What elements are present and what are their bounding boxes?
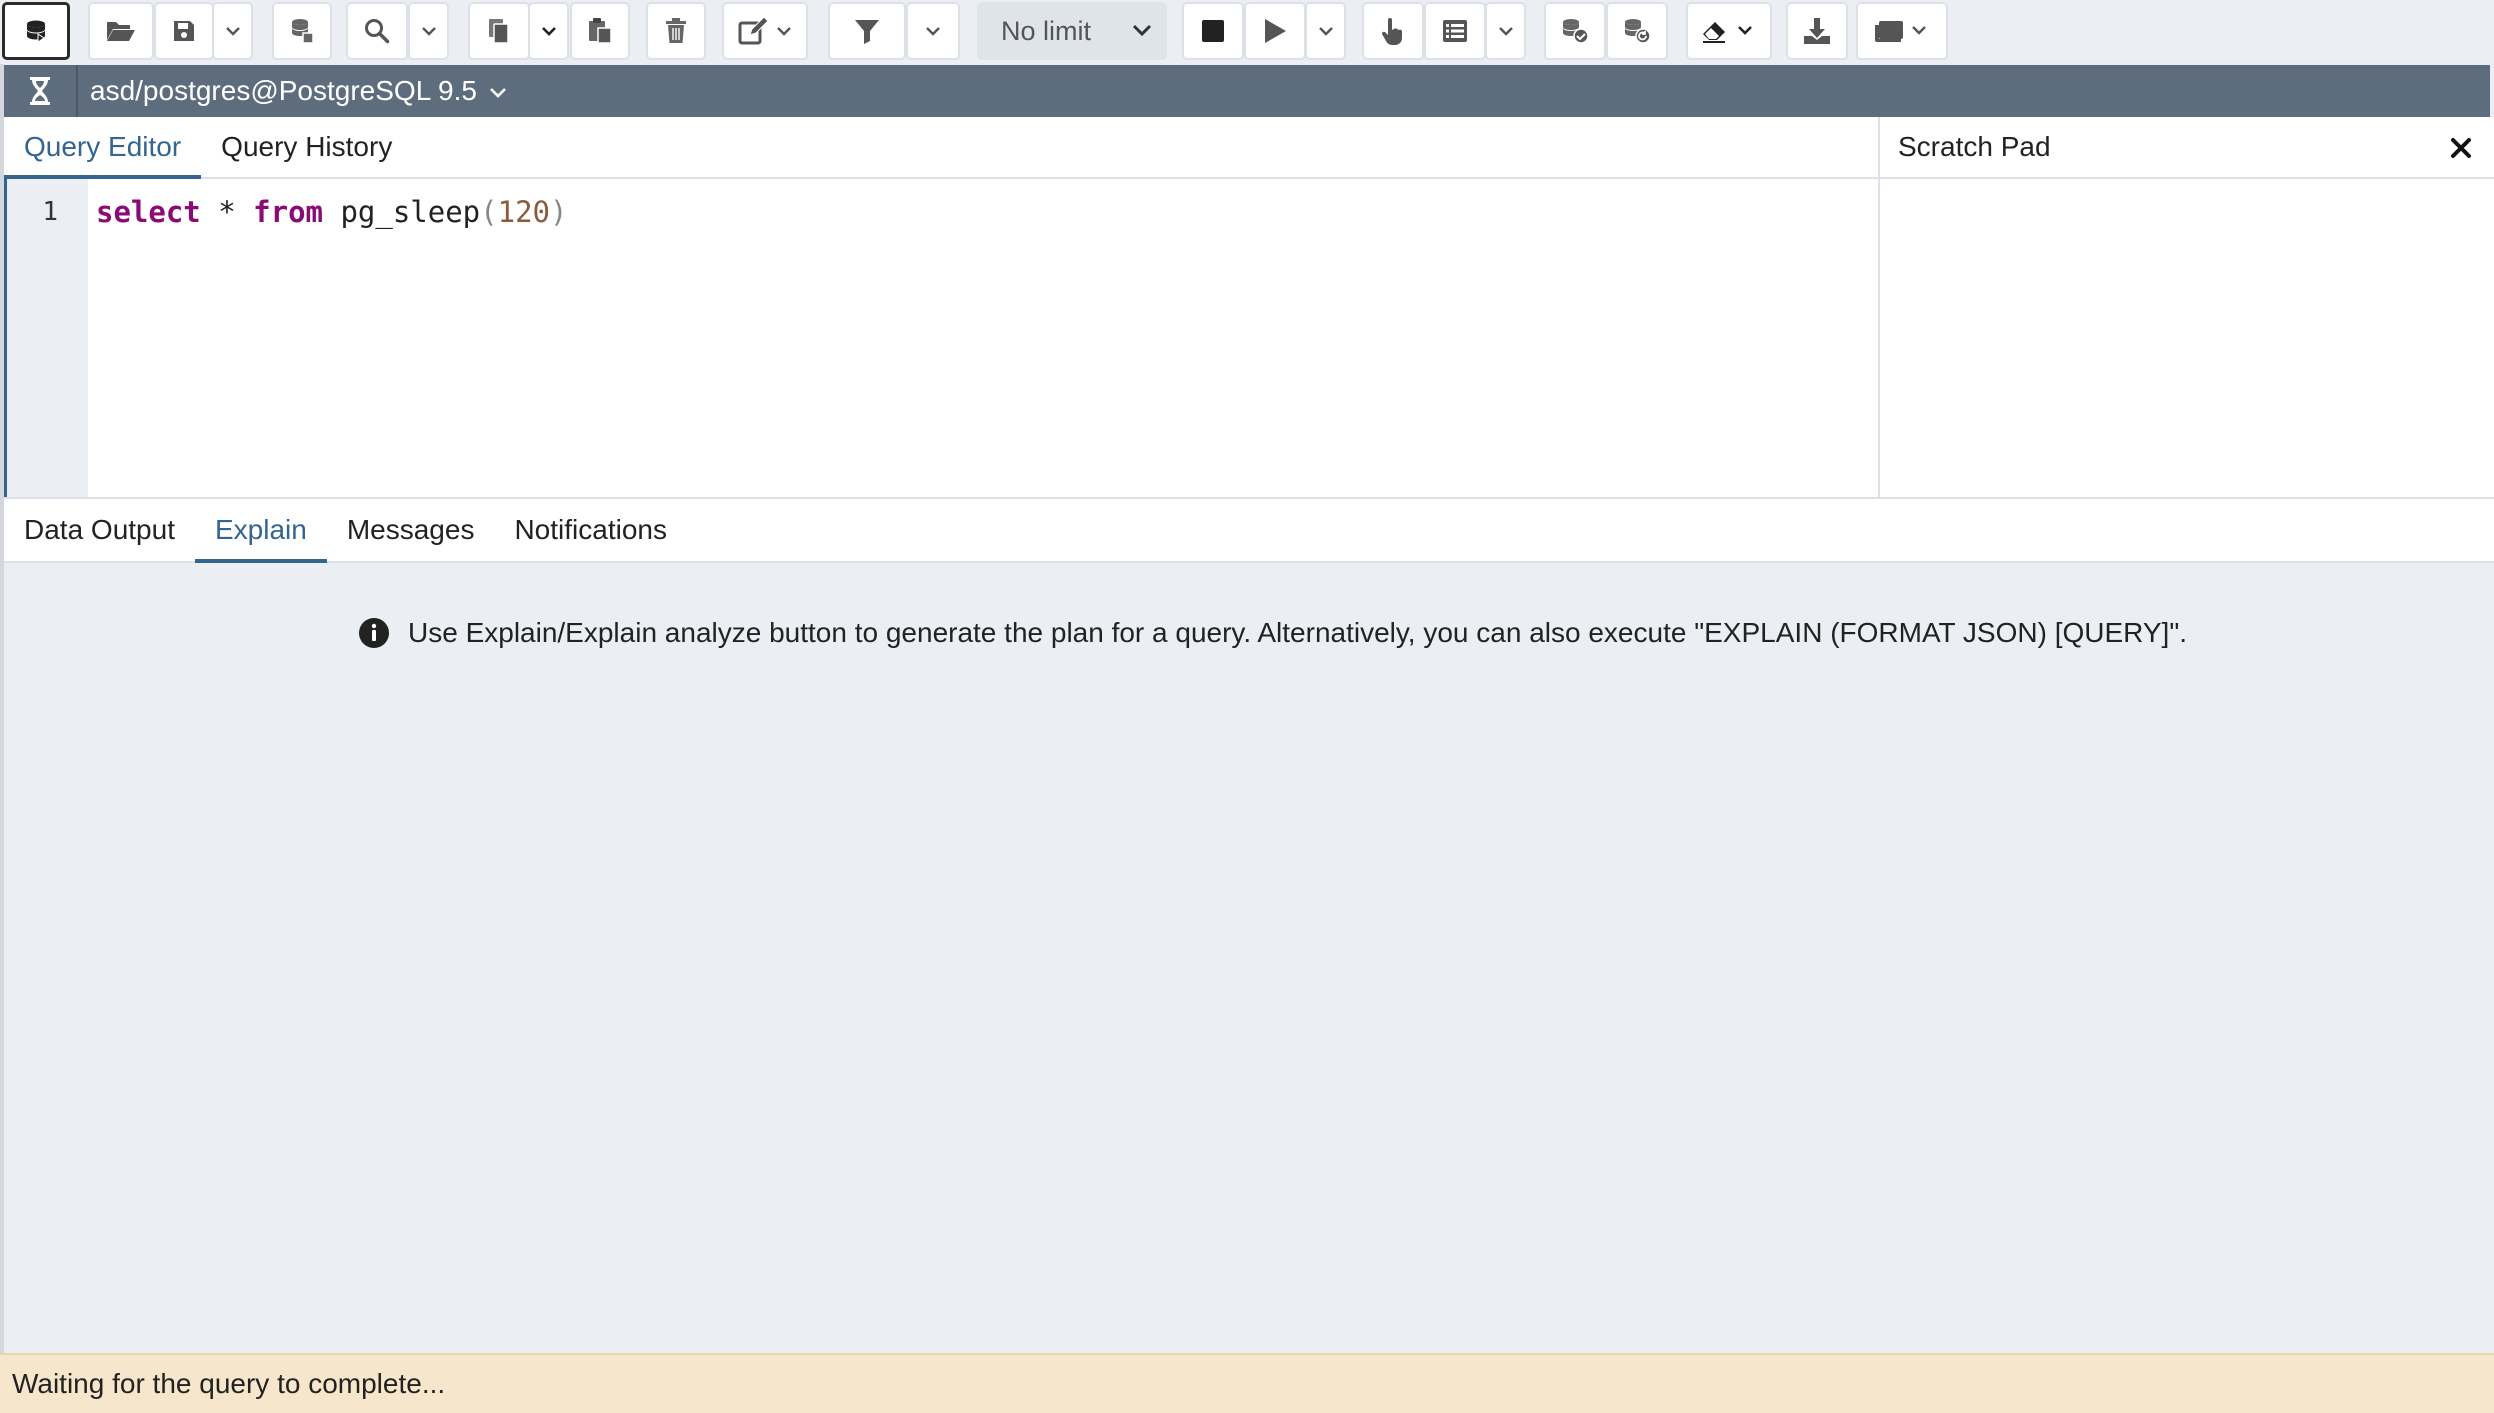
hourglass-icon: [30, 77, 50, 105]
edit-icon: [738, 17, 791, 45]
delete-button[interactable]: [646, 2, 706, 60]
save-data-icon: [292, 19, 314, 44]
execute-icon: [1265, 19, 1286, 43]
tab-query-editor[interactable]: Query Editor: [4, 117, 202, 179]
scratch-pad-title: Scratch Pad: [1898, 131, 2051, 162]
commit-icon: [1563, 19, 1589, 44]
macros-button[interactable]: [1856, 2, 1948, 60]
download-button[interactable]: [1786, 2, 1848, 60]
tab-notifications[interactable]: Notifications: [494, 499, 687, 561]
sql-operator: *: [200, 195, 254, 229]
scratch-pad-close-button[interactable]: [2446, 133, 2476, 163]
explain-icon: [1381, 18, 1402, 45]
sql-code-line[interactable]: select * from pg_sleep(120): [96, 195, 567, 229]
close-icon: [2451, 138, 2471, 158]
output-tabs: Data Output Explain Messages Notificatio…: [4, 499, 2494, 563]
sql-keyword: select: [96, 195, 201, 229]
rollback-button[interactable]: [1606, 2, 1668, 60]
tab-explain[interactable]: Explain: [194, 499, 327, 563]
copy-icon: [489, 19, 509, 44]
save-data-button[interactable]: [272, 2, 332, 60]
chevron-down-icon: [926, 27, 940, 36]
clear-icon: [1703, 22, 1752, 43]
sql-function: pg_sleep: [323, 195, 481, 229]
macros-icon: [1875, 21, 1926, 42]
open-file-icon: [107, 22, 135, 41]
execute-button[interactable]: [1244, 2, 1306, 60]
open-file-button[interactable]: [88, 2, 154, 60]
explain-button[interactable]: [1362, 2, 1424, 60]
scratch-pad-panel: Scratch Pad: [1878, 117, 2494, 497]
find-icon: [365, 19, 390, 44]
sql-paren: (: [480, 195, 498, 229]
explain-info-message: Use Explain/Explain analyze button to ge…: [358, 617, 2187, 649]
find-dropdown-button[interactable]: [408, 2, 449, 60]
sql-number: 120: [497, 195, 550, 229]
sql-paren: ): [550, 195, 568, 229]
query-status-indicator: [4, 65, 78, 117]
find-button[interactable]: [346, 2, 408, 60]
execute-dropdown-button[interactable]: [1305, 2, 1346, 60]
line-number-gutter: 1: [4, 179, 88, 497]
chevron-down-icon: [1318, 27, 1333, 36]
line-number: 1: [42, 197, 58, 227]
download-icon: [1804, 18, 1830, 44]
save-icon: [174, 21, 194, 41]
clear-button[interactable]: [1686, 2, 1772, 60]
connection-label[interactable]: asd/postgres@PostgreSQL 9.5: [90, 75, 477, 107]
database-icon: [27, 20, 45, 43]
database-button[interactable]: [2, 2, 70, 60]
copy-button[interactable]: [468, 2, 530, 60]
toolbar: No limit: [0, 0, 2494, 64]
filter-button[interactable]: [828, 2, 906, 60]
chevron-down-icon: [541, 27, 556, 36]
chevron-down-icon: [1498, 27, 1513, 36]
filter-dropdown-button[interactable]: [906, 2, 960, 60]
tab-query-history[interactable]: Query History: [201, 117, 412, 177]
query-editor-panel: Query Editor Query History 1 select * fr…: [4, 117, 1878, 497]
save-button[interactable]: [154, 2, 214, 60]
connection-bar: asd/postgres@PostgreSQL 9.5: [4, 65, 2490, 117]
sql-keyword: from: [253, 195, 323, 229]
paste-button[interactable]: [570, 2, 630, 60]
explain-analyze-icon: [1443, 20, 1467, 42]
tab-messages[interactable]: Messages: [327, 499, 495, 561]
output-panel: Data Output Explain Messages Notificatio…: [4, 497, 2494, 1353]
edit-button[interactable]: [722, 2, 808, 60]
save-dropdown-button[interactable]: [212, 2, 253, 60]
chevron-down-icon[interactable]: [489, 86, 507, 100]
status-bar: Waiting for the query to complete...: [0, 1353, 2494, 1413]
copy-dropdown-button[interactable]: [528, 2, 569, 60]
scratch-pad-header: Scratch Pad: [1880, 117, 2494, 179]
info-icon: [359, 618, 389, 648]
tab-data-output[interactable]: Data Output: [4, 499, 195, 561]
rollback-icon: [1625, 19, 1651, 44]
stop-button[interactable]: [1182, 2, 1244, 60]
row-limit-value: No limit: [1001, 15, 1092, 46]
commit-button[interactable]: [1544, 2, 1606, 60]
delete-icon: [666, 18, 686, 43]
explain-info-text: Use Explain/Explain analyze button to ge…: [408, 617, 2188, 648]
explain-dropdown-button[interactable]: [1485, 2, 1526, 60]
filter-icon: [855, 20, 879, 44]
editor-tabs: Query Editor Query History: [4, 117, 1878, 179]
status-text: Waiting for the query to complete...: [12, 1368, 446, 1399]
chevron-down-icon: [421, 27, 436, 36]
chevron-down-icon: [225, 27, 240, 36]
explain-analyze-button[interactable]: [1424, 2, 1486, 60]
paste-icon: [589, 18, 612, 44]
stop-icon: [1202, 20, 1224, 42]
chevron-down-icon: [1132, 24, 1152, 37]
row-limit-select[interactable]: No limit: [977, 2, 1167, 60]
